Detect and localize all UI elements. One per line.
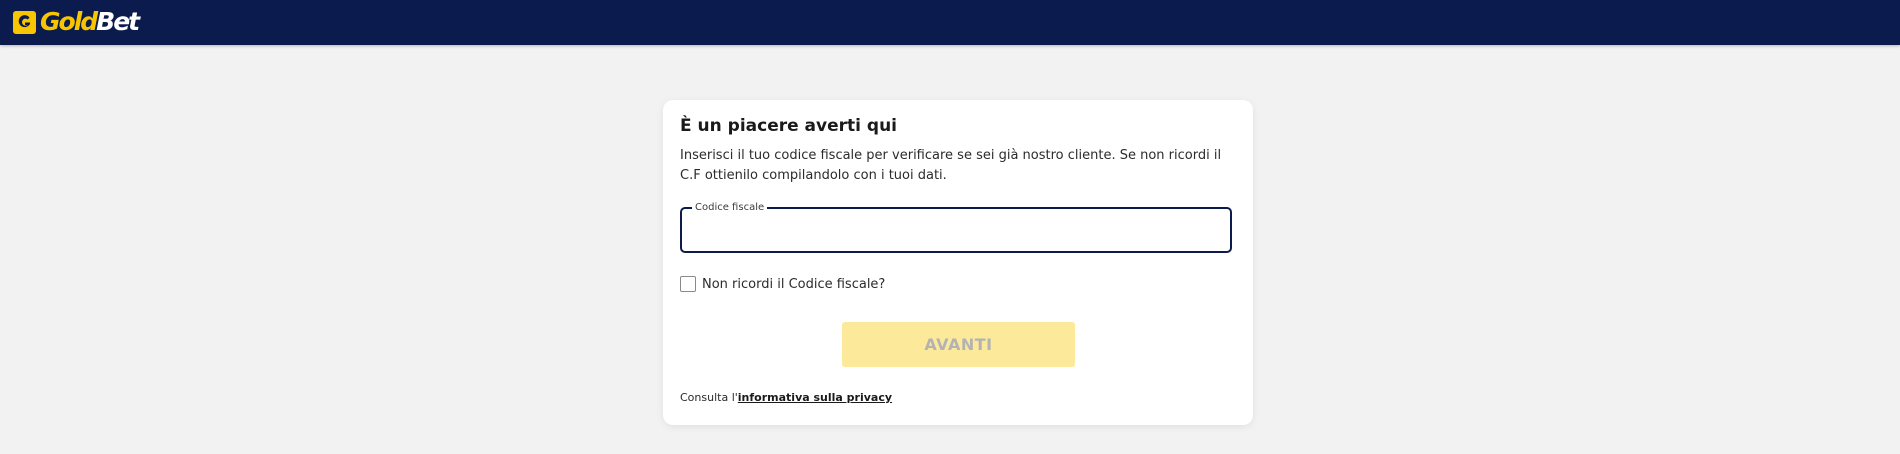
avanti-button[interactable]: AVANTI bbox=[842, 322, 1075, 367]
card-description: Inserisci il tuo codice fiscale per veri… bbox=[680, 148, 1222, 183]
top-navigation-bar: GoldBet bbox=[0, 0, 1900, 45]
codice-fiscale-field[interactable]: Codice fiscale bbox=[680, 202, 1232, 253]
forgot-cf-checkbox-row[interactable]: Non ricordi il Codice fiscale? bbox=[680, 276, 885, 292]
codice-fiscale-label: Codice fiscale bbox=[692, 202, 768, 214]
login-card: È un piacere averti qui Inserisci il tuo… bbox=[663, 100, 1253, 425]
codice-fiscale-input[interactable] bbox=[682, 209, 1230, 251]
forgot-cf-label: Non ricordi il Codice fiscale? bbox=[702, 276, 886, 292]
privacy-prefix: Consulta l' bbox=[680, 391, 738, 404]
privacy-policy-link[interactable]: informativa sulla privacy bbox=[738, 391, 892, 404]
card-title: È un piacere averti qui bbox=[680, 116, 897, 136]
forgot-cf-checkbox[interactable] bbox=[680, 276, 696, 292]
logo-g-glyph bbox=[18, 14, 30, 27]
logo-word-bet: Bet bbox=[96, 7, 140, 36]
goldbet-logo[interactable]: GoldBet bbox=[13, 7, 140, 36]
goldbet-badge-icon bbox=[13, 10, 36, 34]
logo-wordmark: GoldBet bbox=[40, 7, 140, 36]
privacy-notice: Consulta l'informativa sulla privacy bbox=[680, 391, 892, 404]
logo-word-gold: Gold bbox=[40, 7, 98, 36]
